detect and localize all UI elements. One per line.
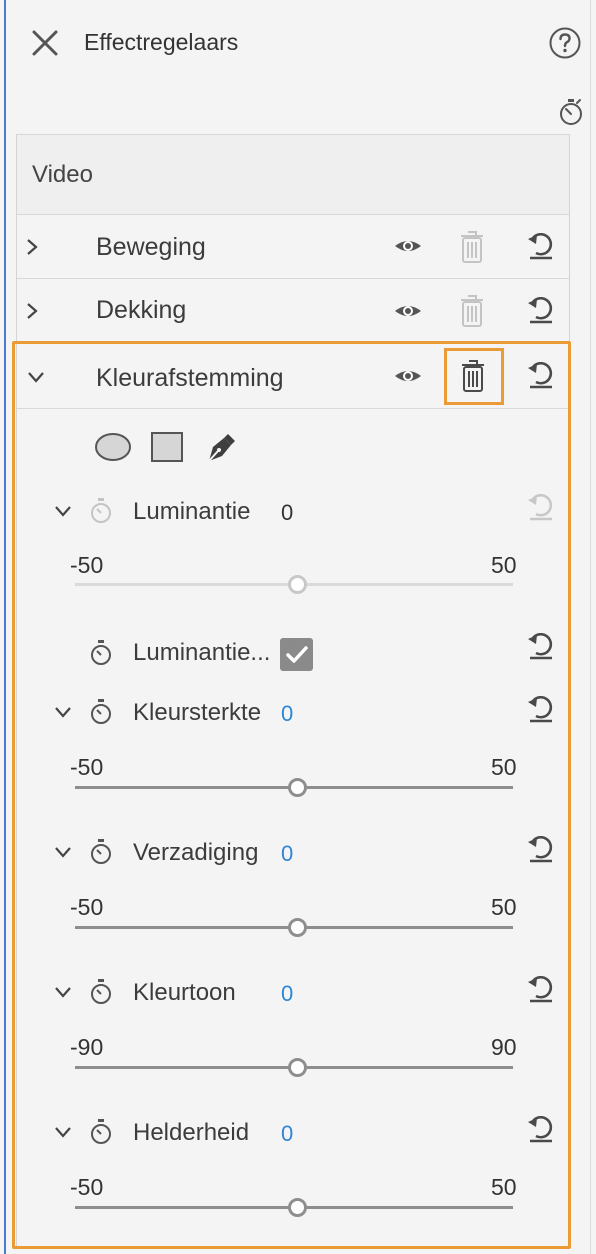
close-icon[interactable]	[31, 29, 59, 57]
chevron-right-icon[interactable]	[24, 301, 40, 321]
window-right-border	[590, 0, 591, 1254]
trash-icon[interactable]	[458, 230, 486, 264]
reset-icon[interactable]	[526, 297, 556, 325]
window-left-border	[4, 0, 6, 1254]
section-video-header	[17, 134, 569, 214]
effect-label-beweging: Beweging	[96, 233, 206, 261]
trash-highlight-frame	[444, 348, 504, 405]
eye-icon[interactable]	[393, 301, 423, 321]
reset-icon[interactable]	[526, 233, 556, 261]
eye-icon[interactable]	[393, 236, 423, 256]
help-icon[interactable]	[548, 26, 582, 60]
effect-label-dekking: Dekking	[96, 296, 187, 324]
highlight-frame	[12, 341, 571, 1249]
stopwatch-icon[interactable]	[557, 97, 585, 127]
trash-icon[interactable]	[458, 294, 486, 328]
section-video-label: Video	[32, 161, 93, 188]
chevron-right-icon[interactable]	[24, 237, 40, 257]
panel-title: Effectregelaars	[84, 29, 239, 55]
